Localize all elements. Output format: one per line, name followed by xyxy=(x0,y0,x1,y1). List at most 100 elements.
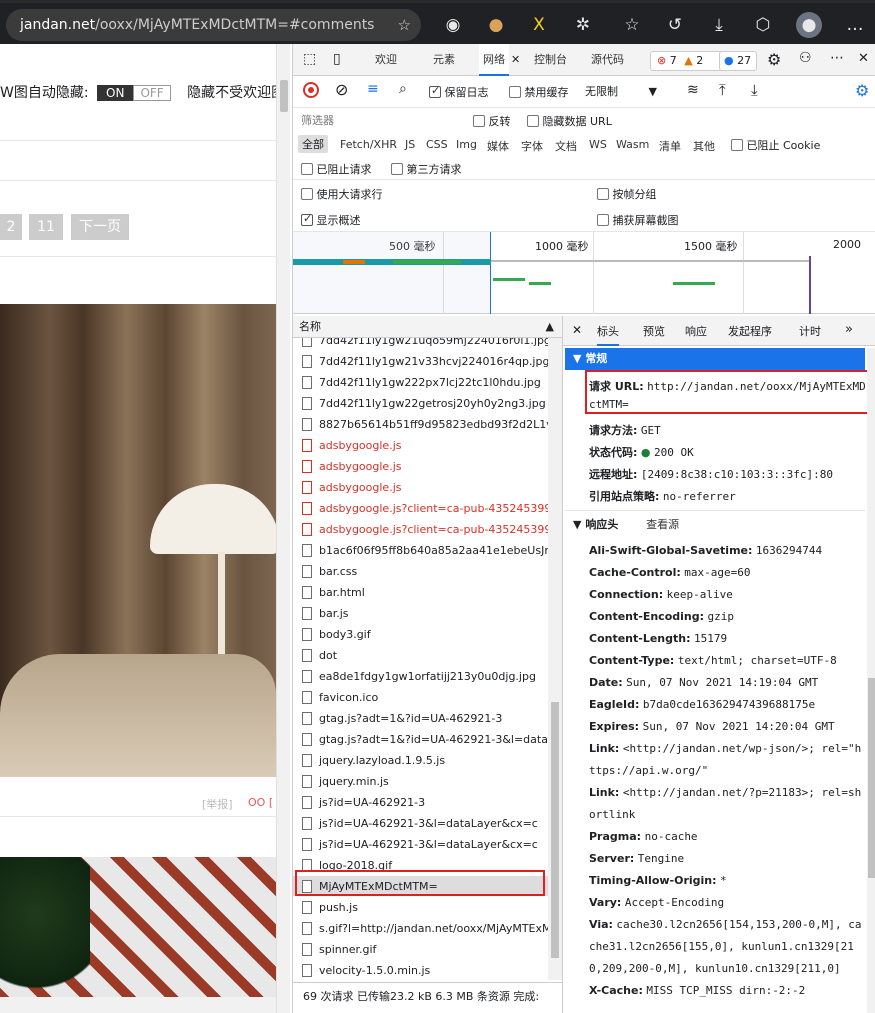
blocked-cookie-checkbox[interactable]: 已阻止 Cookie xyxy=(731,137,820,153)
request-row[interactable]: 8827b65614b51ff9d95823edbd93f2d2L1vt\ xyxy=(293,414,562,435)
scroll-thumb[interactable] xyxy=(551,702,559,958)
request-row[interactable]: adsbygoogle.js xyxy=(293,477,562,498)
page-v-scrollbar[interactable] xyxy=(276,44,290,1013)
throttle-select[interactable]: 无限制 ▼ xyxy=(585,82,657,102)
type-wasm[interactable]: Wasm xyxy=(616,138,649,151)
extensions-icon[interactable]: ✲ xyxy=(570,12,596,38)
detail-tab-response[interactable]: 响应 xyxy=(685,323,707,339)
hide-data-url-checkbox[interactable]: 隐藏数据 URL xyxy=(527,113,612,129)
filter-icon[interactable]: ≡ xyxy=(367,81,379,97)
view-source-link[interactable]: 查看源 xyxy=(646,518,679,531)
network-conditions-icon[interactable]: ≋ xyxy=(687,82,699,98)
detail-scroll-thumb[interactable] xyxy=(868,678,875,878)
extension-cookie-icon[interactable]: ● xyxy=(483,12,509,38)
customize-icon[interactable]: ⚇ xyxy=(799,50,812,66)
clear-icon[interactable]: ⊘ xyxy=(335,80,348,99)
request-row[interactable]: velocity-1.5.0.min.js xyxy=(293,960,562,981)
close-detail-icon[interactable]: ✕ xyxy=(572,323,582,337)
name-column-header[interactable]: 名称 ▲ xyxy=(293,316,563,338)
post-image-lattice[interactable] xyxy=(0,857,276,1002)
type-media[interactable]: 媒体 xyxy=(487,138,509,154)
request-row[interactable]: 7dd42f11ly1gw222px7lcj22tc1l0hdu.jpg xyxy=(293,372,562,393)
network-settings-icon[interactable]: ⚙ xyxy=(855,81,869,100)
profile-avatar-icon[interactable]: ● xyxy=(796,12,822,38)
selection-window[interactable] xyxy=(293,232,491,314)
search-icon[interactable]: ⌕ xyxy=(399,81,407,97)
type-doc[interactable]: 文档 xyxy=(555,138,577,154)
record-icon[interactable] xyxy=(303,82,319,98)
response-headers-header[interactable]: ▼ 响应头 查看源 xyxy=(573,516,679,532)
issues-badge[interactable]: ● 27 xyxy=(719,51,757,71)
type-font[interactable]: 字体 xyxy=(521,138,543,154)
show-overview-checkbox[interactable]: 显示概述 xyxy=(301,212,361,228)
page-11-link[interactable]: 11 xyxy=(29,214,63,240)
request-list-scrollbar[interactable] xyxy=(548,338,562,980)
next-page-link[interactable]: 下一页 xyxy=(71,214,129,240)
request-row[interactable]: body3.gif xyxy=(293,624,562,645)
big-rows-checkbox[interactable]: 使用大请求行 xyxy=(301,186,383,202)
type-fetch-xhr[interactable]: Fetch/XHR xyxy=(340,138,397,151)
more-tabs-icon[interactable]: » xyxy=(845,322,853,337)
address-bar[interactable]: jandan.net/ooxx/MjAyMTExMDctMTM=#comment… xyxy=(6,9,421,41)
type-img[interactable]: Img xyxy=(456,138,477,151)
request-row[interactable]: js?id=UA-462921-3&l=dataLayer&cx=c xyxy=(293,813,562,834)
invert-checkbox[interactable]: 反转 xyxy=(473,113,511,129)
tab-elements[interactable]: 元素 xyxy=(433,44,455,76)
on-toggle[interactable]: ON xyxy=(97,85,134,101)
request-row[interactable]: adsbygoogle.js xyxy=(293,435,562,456)
collections-icon[interactable]: ⬡ xyxy=(750,12,776,38)
request-row[interactable]: 7dd42f11ly1gw21v33hcvj224016r4qp.jpg xyxy=(293,351,562,372)
request-row[interactable]: bar.js xyxy=(293,603,562,624)
close-devtools-icon[interactable]: ✕ xyxy=(858,51,869,66)
report-link[interactable]: [举报] xyxy=(202,796,233,812)
close-tab-icon[interactable]: ✕ xyxy=(511,53,520,66)
import-har-icon[interactable]: ⤒ xyxy=(719,81,726,99)
device-toggle-icon[interactable]: ▯ xyxy=(333,51,341,67)
tab-sources[interactable]: 源代码 xyxy=(591,44,624,76)
tab-network[interactable]: 网络 xyxy=(479,44,509,76)
add-favorite-icon[interactable]: ☆ xyxy=(398,9,411,41)
request-row[interactable]: s.gif?l=http://jandan.net/ooxx/MjAyMTExM xyxy=(293,918,562,939)
page-h-scrollbar[interactable] xyxy=(0,997,276,1013)
tab-console[interactable]: 控制台 xyxy=(534,44,567,76)
page-scroll-thumb[interactable] xyxy=(280,80,288,112)
request-row[interactable]: gtag.js?adt=1&?id=UA-462921-3&l=dataLa xyxy=(293,729,562,750)
page-2-link[interactable]: 2 xyxy=(0,214,22,240)
request-row[interactable]: jquery.min.js xyxy=(293,771,562,792)
off-toggle[interactable]: OFF xyxy=(133,85,171,101)
request-row[interactable]: adsbygoogle.js?client=ca-pub-4352453996 xyxy=(293,498,562,519)
type-manifest[interactable]: 清单 xyxy=(659,138,681,154)
inspect-icon[interactable]: ⬚ xyxy=(303,51,316,67)
detail-tab-timing[interactable]: 计时 xyxy=(799,323,821,339)
extension-x-icon[interactable]: X xyxy=(526,12,552,38)
oo-vote[interactable]: OO [ xyxy=(248,796,273,809)
history-icon[interactable]: ↺ xyxy=(662,12,688,38)
more-icon[interactable]: ⋯ xyxy=(830,50,844,66)
type-css[interactable]: CSS xyxy=(426,138,448,151)
type-all[interactable]: 全部 xyxy=(298,135,328,153)
request-row[interactable]: bar.html xyxy=(293,582,562,603)
tab-welcome[interactable]: 欢迎 xyxy=(375,44,397,76)
detail-tab-headers[interactable]: 标头 xyxy=(597,323,619,346)
detail-tab-initiator[interactable]: 发起程序 xyxy=(728,323,772,339)
request-row[interactable]: favicon.ico xyxy=(293,687,562,708)
request-row[interactable]: MjAyMTExMDctMTM= xyxy=(293,876,562,897)
preserve-log-checkbox[interactable]: 保留日志 xyxy=(429,84,489,100)
request-row[interactable]: bar.css xyxy=(293,561,562,582)
detail-scrollbar[interactable] xyxy=(867,348,875,1013)
filter-input[interactable]: 筛选器 xyxy=(301,112,457,130)
timeline-overview[interactable]: 500 毫秒 1000 毫秒 1500 毫秒 2000 xyxy=(293,232,875,314)
request-row[interactable]: ea8de1fdgy1gw1orfatijj213y0u0djg.jpg xyxy=(293,666,562,687)
request-row[interactable]: jquery.lazyload.1.9.5.js xyxy=(293,750,562,771)
request-row[interactable]: adsbygoogle.js xyxy=(293,456,562,477)
settings-icon[interactable]: ⚙ xyxy=(767,50,781,69)
disable-cache-checkbox[interactable]: 禁用缓存 xyxy=(509,84,569,100)
type-ws[interactable]: WS xyxy=(589,138,607,151)
post-image-lamp[interactable] xyxy=(0,304,280,777)
screenshots-checkbox[interactable]: 捕获屏幕截图 xyxy=(597,212,679,228)
request-row[interactable]: logo-2018.gif xyxy=(293,855,562,876)
type-other[interactable]: 其他 xyxy=(693,138,715,154)
request-row[interactable]: js?id=UA-462921-3 xyxy=(293,792,562,813)
request-row[interactable]: spinner.gif xyxy=(293,939,562,960)
third-party-checkbox[interactable]: 第三方请求 xyxy=(391,161,462,177)
